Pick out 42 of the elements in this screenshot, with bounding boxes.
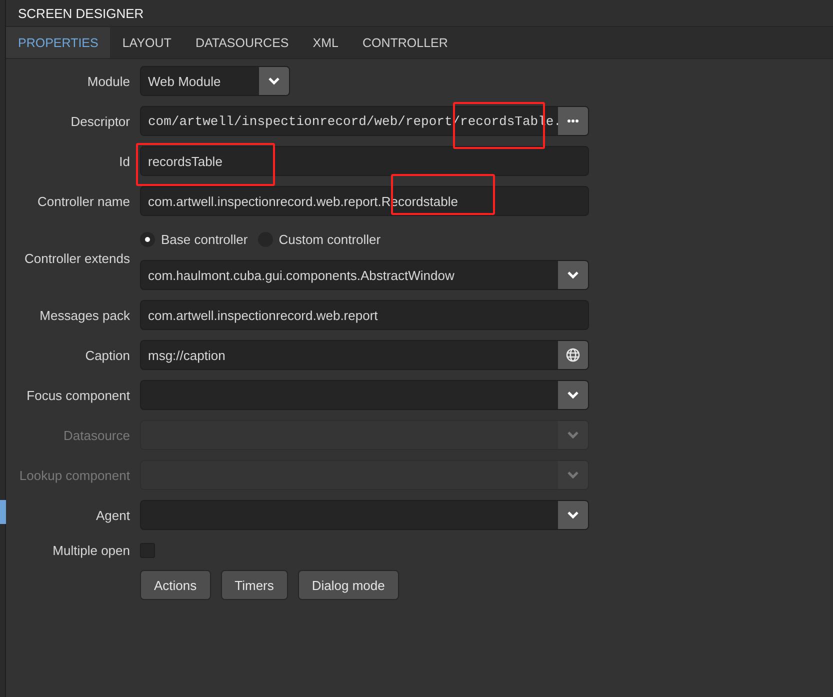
field-label: Datasource [64,428,130,442]
text-field[interactable]: recordsTable [140,146,589,176]
field-label: Module [87,74,130,88]
chevron-down-icon [567,431,579,439]
field-label: Controller name [38,194,130,208]
chevron-down-icon [567,511,579,519]
action-button[interactable]: Timers [220,570,288,600]
field-label: Descriptor [70,114,130,128]
tab[interactable]: XML [300,27,350,58]
globe-icon [566,348,580,362]
tab[interactable]: CONTROLLER [350,27,460,58]
radio-button[interactable] [140,232,155,246]
selection-marker [0,500,6,524]
field-label: Multiple open [52,542,130,558]
tab[interactable]: LAYOUT [110,27,184,58]
globe-button[interactable] [558,341,588,369]
chevron-down-icon [567,271,579,279]
field-label: Caption [85,348,130,362]
panel-title: SCREEN DESIGNER [18,6,144,20]
tab[interactable]: PROPERTIES [6,27,110,58]
chevron-down-icon [268,77,280,85]
field-label: Focus component [26,388,130,402]
dropdown-field[interactable] [140,380,589,410]
dropdown-field[interactable] [140,500,589,530]
ellipsis-icon [567,119,579,123]
tab[interactable]: DATASOURCES [183,27,301,58]
field-label: Agent [96,508,130,522]
radio-label: Custom controller [278,232,381,246]
dropdown-field[interactable]: Web Module [140,66,290,96]
chevron-down-icon [567,471,579,479]
chevron-down-icon [567,391,579,399]
field-label: Controller extends [24,250,130,266]
field-label: Lookup component [19,468,130,482]
text-field[interactable]: msg://caption [140,340,589,370]
text-field[interactable]: com.artwell.inspectionrecord.web.report [140,300,589,330]
field-label: Id [119,154,130,168]
action-button[interactable]: Actions [140,570,211,600]
field-label: Messages pack [40,308,130,322]
action-button[interactable]: Dialog mode [298,570,399,600]
browse-button[interactable] [558,107,588,135]
dropdown-field[interactable]: com.haulmont.cuba.gui.components.AbstractWindow [140,260,589,290]
radio-label: Base controller [161,232,248,246]
